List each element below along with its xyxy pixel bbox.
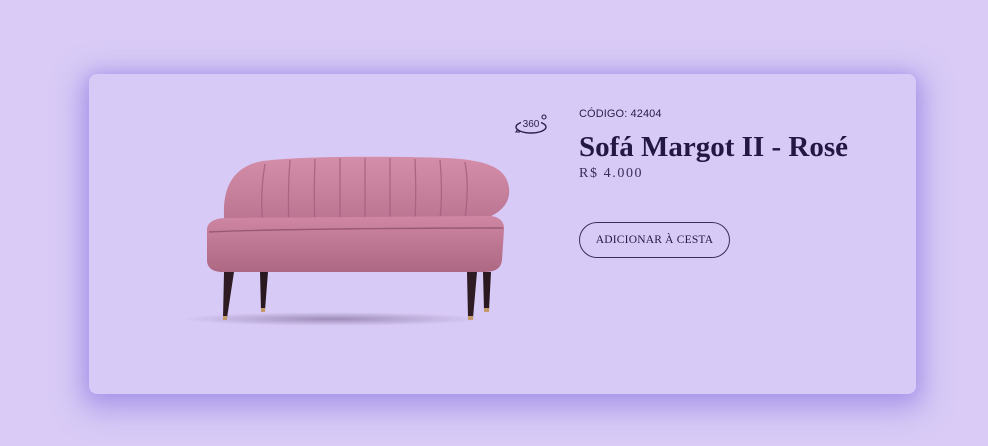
product-info: CÓDIGO: 42404 Sofá Margot II - Rosé R$ 4…	[579, 108, 899, 258]
product-card: 360 CÓDIGO: 42404 Sofá Margot II - Rosé …	[89, 74, 916, 394]
product-code: CÓDIGO: 42404	[579, 108, 662, 120]
view-360-icon[interactable]: 360	[514, 112, 550, 138]
svg-text:360: 360	[523, 119, 540, 130]
product-price: R$ 4.000	[579, 165, 644, 181]
add-to-cart-button[interactable]: ADICIONAR À CESTA	[579, 222, 730, 258]
sofa-product-image	[182, 156, 510, 326]
product-title: Sofá Margot II - Rosé	[579, 131, 849, 163]
